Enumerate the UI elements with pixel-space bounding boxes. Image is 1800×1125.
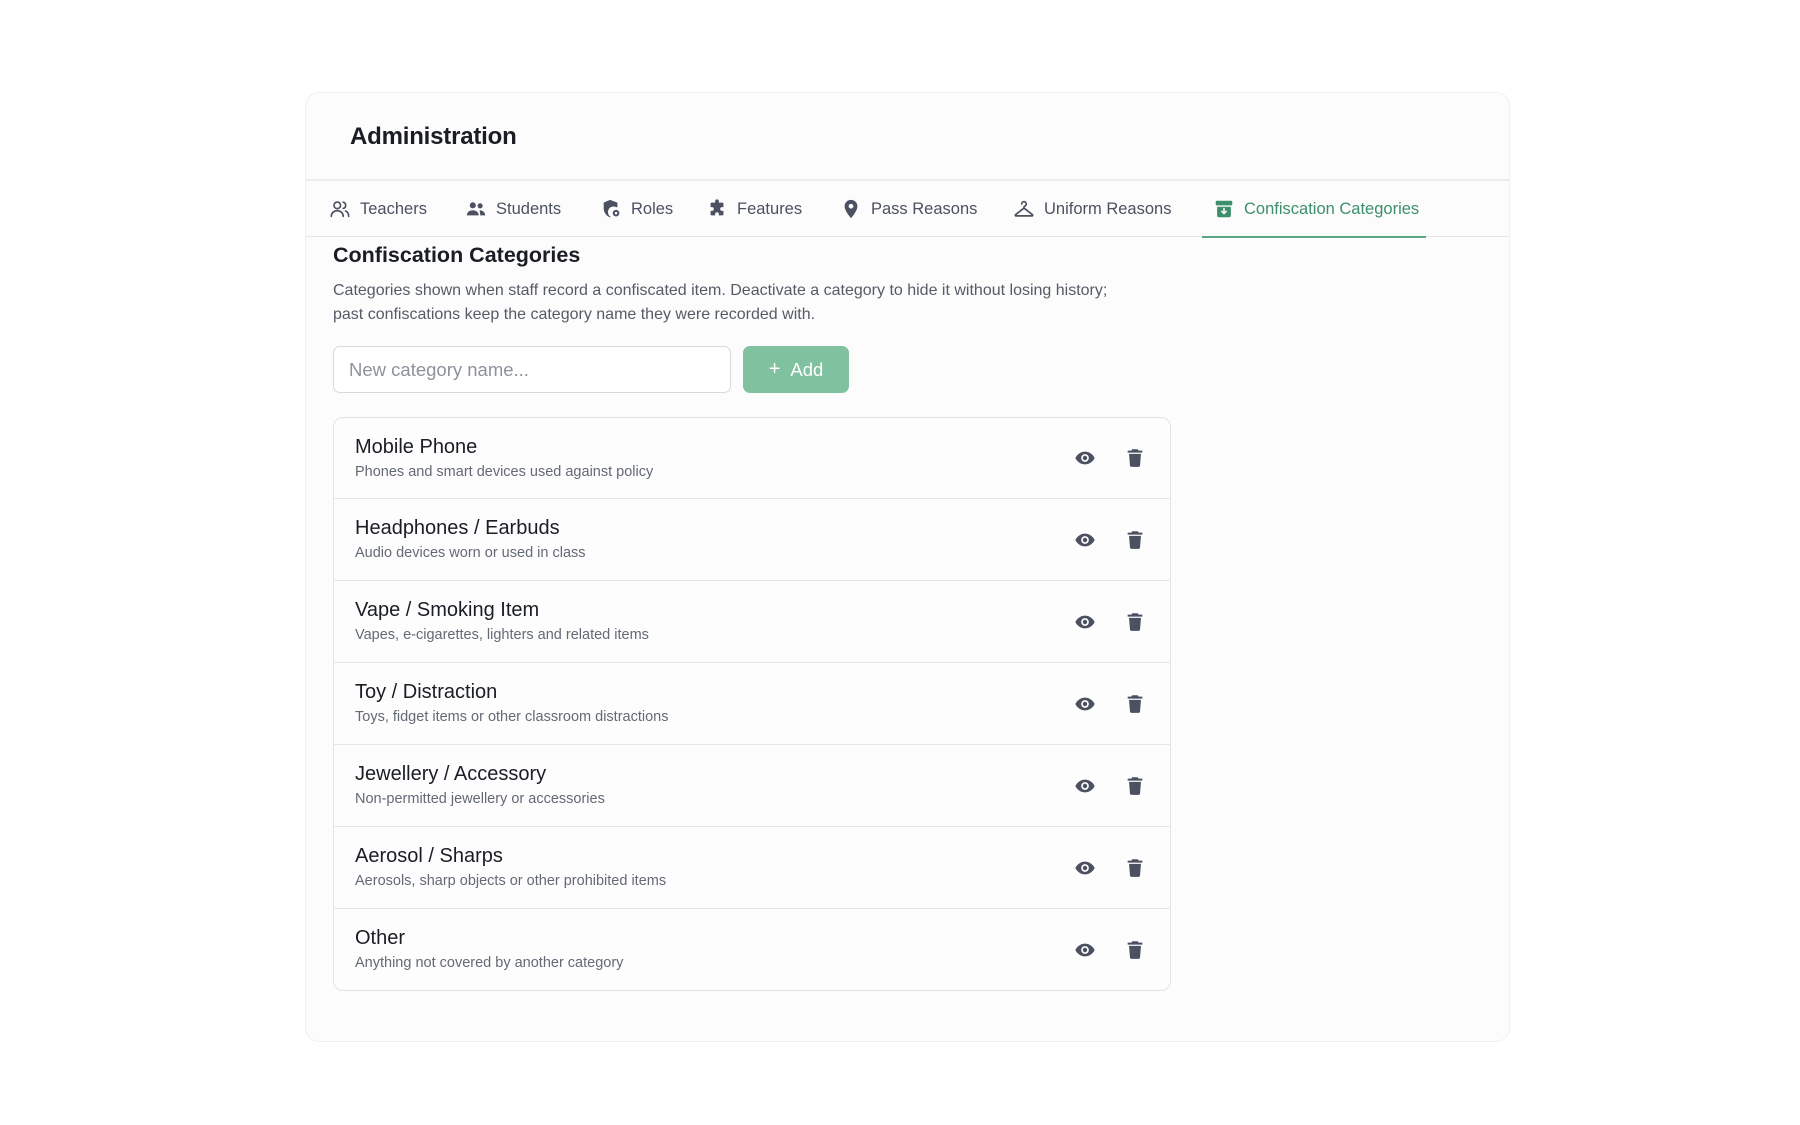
shield-gear-icon	[600, 198, 622, 220]
administration-card: Administration Teachers Students Roles F…	[305, 92, 1510, 1042]
category-name: Toy / Distraction	[355, 681, 498, 703]
trash-icon	[1124, 611, 1146, 633]
new-category-input[interactable]	[333, 346, 731, 393]
page-title: Administration	[350, 123, 517, 150]
toggle-visibility-button[interactable]	[1071, 526, 1099, 554]
category-description: Anything not covered by another category	[355, 955, 624, 971]
description-line-2: past confiscations keep the category nam…	[333, 306, 816, 323]
trash-icon	[1124, 857, 1146, 879]
add-button[interactable]: + Add	[743, 346, 849, 393]
eye-icon	[1074, 529, 1096, 551]
tab-uniform-reasons[interactable]: Uniform Reasons	[1013, 181, 1171, 237]
tab-students[interactable]: Students	[465, 181, 561, 237]
add-category-form: + Add	[333, 346, 1233, 393]
toggle-visibility-button[interactable]	[1071, 690, 1099, 718]
tab-label: Confiscation Categories	[1244, 199, 1420, 218]
category-name: Headphones / Earbuds	[355, 517, 560, 539]
confiscation-categories-panel: Confiscation Categories Categories shown…	[333, 243, 1233, 991]
delete-button[interactable]	[1121, 690, 1149, 718]
delete-button[interactable]	[1121, 854, 1149, 882]
eye-icon	[1074, 857, 1096, 879]
delete-button[interactable]	[1121, 526, 1149, 554]
toggle-visibility-button[interactable]	[1071, 444, 1099, 472]
eye-icon	[1074, 611, 1096, 633]
category-name: Jewellery / Accessory	[355, 763, 547, 785]
tab-label: Pass Reasons	[871, 199, 978, 218]
category-name: Aerosol / Sharps	[355, 845, 503, 867]
delete-button[interactable]	[1121, 608, 1149, 636]
category-row: Toy / Distraction Toys, fidget items or …	[334, 662, 1170, 744]
toggle-visibility-button[interactable]	[1071, 854, 1099, 882]
trash-icon	[1124, 529, 1146, 551]
section-title: Confiscation Categories	[333, 243, 581, 267]
users-icon	[465, 198, 487, 220]
add-button-label: Add	[790, 358, 824, 380]
trash-icon	[1124, 939, 1146, 961]
category-description: Aerosols, sharp objects or other prohibi…	[355, 873, 667, 889]
tab-label: Roles	[631, 199, 674, 218]
tab-pass-reasons[interactable]: Pass Reasons	[840, 181, 977, 237]
archive-box-icon	[1213, 198, 1235, 220]
delete-button[interactable]	[1121, 772, 1149, 800]
trash-icon	[1124, 775, 1146, 797]
category-name: Other	[355, 927, 406, 949]
description-line-1: Categories shown when staff record a con…	[333, 282, 1108, 299]
eye-icon	[1074, 693, 1096, 715]
hanger-icon	[1013, 198, 1035, 220]
category-row: Headphones / Earbuds Audio devices worn …	[334, 498, 1170, 580]
category-name: Mobile Phone	[355, 436, 478, 458]
tab-confiscation-categories[interactable]: Confiscation Categories	[1201, 181, 1427, 238]
category-description: Non-permitted jewellery or accessories	[355, 791, 605, 807]
category-list: Mobile Phone Phones and smart devices us…	[333, 417, 1171, 991]
tab-label: Students	[496, 199, 562, 218]
toggle-visibility-button[interactable]	[1071, 936, 1099, 964]
tab-label: Features	[737, 199, 803, 218]
toggle-visibility-button[interactable]	[1071, 772, 1099, 800]
puzzle-icon	[706, 198, 728, 220]
tab-roles[interactable]: Roles	[600, 181, 673, 237]
category-row: Other Anything not covered by another ca…	[334, 908, 1170, 990]
tab-features[interactable]: Features	[706, 181, 802, 237]
plus-icon: +	[768, 357, 781, 380]
delete-button[interactable]	[1121, 936, 1149, 964]
category-description: Phones and smart devices used against po…	[355, 464, 654, 480]
toggle-visibility-button[interactable]	[1071, 608, 1099, 636]
map-pin-icon	[840, 198, 862, 220]
category-description: Audio devices worn or used in class	[355, 545, 586, 561]
users-outline-icon	[329, 198, 351, 220]
card-header: Administration	[306, 93, 1509, 181]
tab-bar: Teachers Students Roles Features Pass Re…	[306, 181, 1509, 238]
delete-button[interactable]	[1121, 444, 1149, 472]
section-description: Categories shown when staff record a con…	[333, 279, 1213, 327]
tab-label: Uniform Reasons	[1044, 199, 1172, 218]
eye-icon	[1074, 939, 1096, 961]
category-row: Mobile Phone Phones and smart devices us…	[334, 418, 1170, 498]
category-row: Jewellery / Accessory Non-permitted jewe…	[334, 744, 1170, 826]
category-row: Vape / Smoking Item Vapes, e-cigarettes,…	[334, 580, 1170, 662]
tab-teachers[interactable]: Teachers	[329, 181, 427, 237]
category-description: Vapes, e-cigarettes, lighters and relate…	[355, 627, 649, 643]
category-description: Toys, fidget items or other classroom di…	[355, 709, 669, 725]
category-name: Vape / Smoking Item	[355, 599, 540, 621]
tab-label: Teachers	[360, 199, 427, 218]
eye-icon	[1074, 447, 1096, 469]
trash-icon	[1124, 693, 1146, 715]
category-row: Aerosol / Sharps Aerosols, sharp objects…	[334, 826, 1170, 908]
eye-icon	[1074, 775, 1096, 797]
trash-icon	[1124, 447, 1146, 469]
